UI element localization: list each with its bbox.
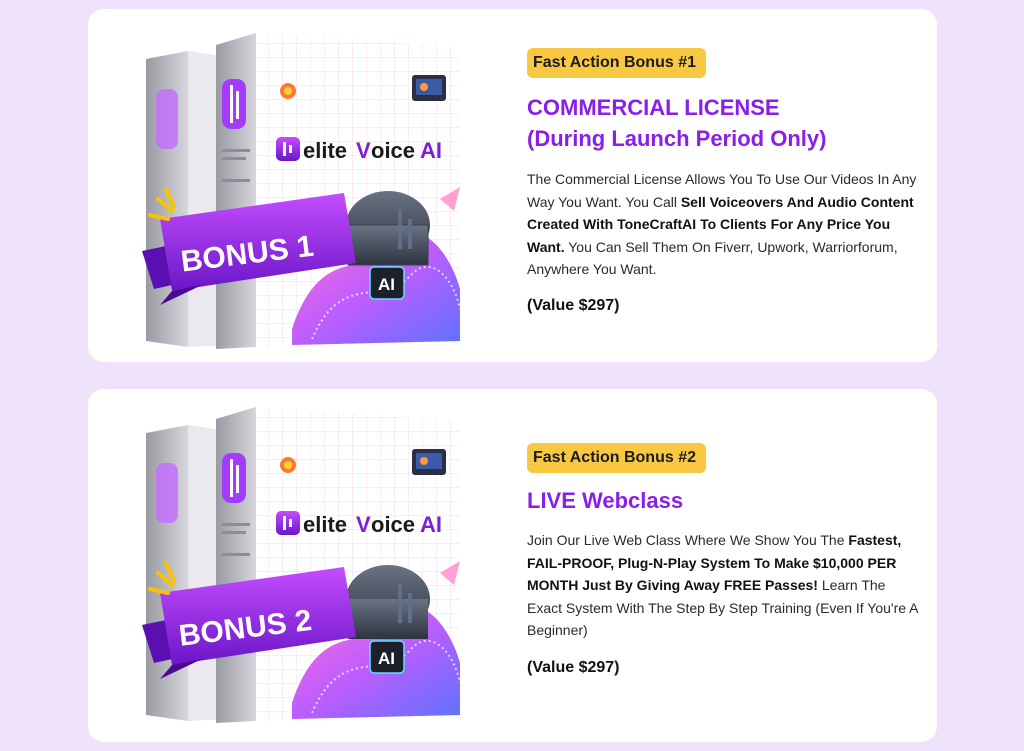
product-box-graphic: elite V oice AI AI BONUS 2	[142, 407, 461, 723]
bonus-details-1: Fast Action Bonus #1 COMMERCIAL LICENSE …	[527, 48, 923, 315]
logo-text-oice: oice	[371, 512, 415, 537]
product-box-image-2: elite V oice AI AI BONUS 2	[142, 403, 482, 742]
svg-text:V: V	[356, 512, 371, 537]
logo-text-ai: AI	[420, 512, 442, 537]
bonus-title: COMMERCIAL LICENSE (During Launch Period…	[527, 92, 923, 154]
fast-action-badge: Fast Action Bonus #1	[527, 48, 706, 78]
desc-part: You Can Sell Them On Fiverr, Upwork, War…	[527, 238, 898, 278]
logo-text-ai: AI	[420, 138, 442, 163]
bonus-title-line2: (During Launch Period Only)	[527, 126, 827, 151]
svg-text:V: V	[356, 138, 371, 163]
desc-part: Join Our Live Web Class Where We Show Yo…	[527, 532, 849, 548]
bonus-value: (Value $297)	[527, 296, 620, 314]
chip-ai-text: AI	[378, 275, 395, 294]
bonus-card-2: elite V oice AI AI BONUS 2 Fast Action B…	[88, 389, 937, 742]
logo-text-oice: oice	[371, 138, 415, 163]
bonus-description: Join Our Live Web Class Where We Show Yo…	[527, 529, 923, 642]
bonus-title: LIVE Webclass	[527, 485, 923, 516]
logo-text-elite: elite	[303, 512, 347, 537]
bonus-title-line1: COMMERCIAL LICENSE	[527, 95, 780, 120]
product-box-graphic: elite V oice AI AI BONUS 1	[142, 33, 461, 349]
bonus-description: The Commercial License Allows You To Use…	[527, 168, 923, 281]
product-box-image-1: elite V oice AI AI BONUS 1	[142, 29, 482, 362]
fast-action-badge: Fast Action Bonus #2	[527, 443, 706, 473]
logo-text-elite: elite	[303, 138, 347, 163]
bonus-value: (Value $297)	[527, 658, 620, 676]
bonus-details-2: Fast Action Bonus #2 LIVE Webclass Join …	[527, 443, 923, 677]
bonus-title-line1: LIVE Webclass	[527, 488, 684, 513]
bonus-card-1: elite V oice AI AI BONUS 1 Fast Action B…	[88, 9, 937, 362]
chip-ai-text: AI	[378, 649, 395, 668]
